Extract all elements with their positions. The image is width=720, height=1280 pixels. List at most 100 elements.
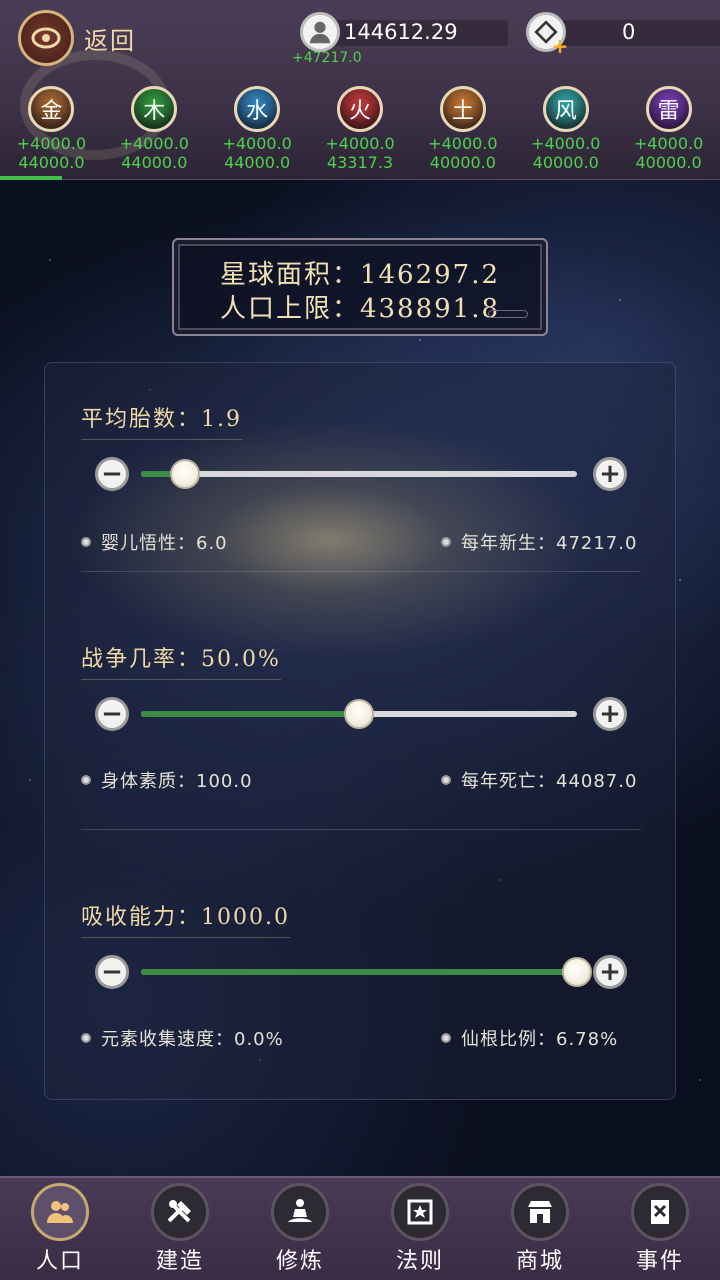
element-wood[interactable]: 木 +4000.0 44000.0: [103, 86, 206, 172]
element-wind[interactable]: 风 +4000.0 40000.0: [514, 86, 617, 172]
nav-population[interactable]: 人口: [0, 1178, 120, 1280]
earth-orb-icon: 土: [439, 86, 486, 132]
stat-yearly-births: 每年新生：47217.0: [441, 529, 637, 555]
frame-ornament: [488, 310, 528, 318]
element-gain: +4000.0: [428, 134, 498, 153]
shop-icon: [511, 1183, 569, 1241]
coin-icon[interactable]: +: [526, 12, 569, 56]
coin-value: 0: [622, 20, 636, 44]
water-orb-icon: 水: [234, 86, 281, 132]
bullet-icon: [81, 537, 91, 547]
nav-label: 法则: [395, 1249, 444, 1274]
element-gain: +4000.0: [633, 134, 704, 153]
element-gain: +4000.0: [16, 134, 87, 153]
coin-counter: + 0: [526, 12, 720, 56]
stat-physique: 身体素质：100.0: [81, 767, 253, 793]
element-total: 44000.0: [224, 153, 291, 172]
fire-orb-icon: 火: [337, 86, 383, 132]
slider-track[interactable]: [141, 699, 577, 729]
nav-build[interactable]: 建造: [120, 1178, 240, 1280]
section-title-absorb: 吸收能力：1000.0: [81, 899, 290, 938]
element-total: 44000.0: [121, 153, 188, 172]
top-bar: 返回 144612.29 +47217.0 + 0 金 +4000.0 4400…: [0, 0, 720, 180]
bottom-navigation: 人口 建造 修炼 法则 商城 事件: [0, 1176, 720, 1280]
element-total: 43317.3: [326, 153, 394, 172]
element-gain: +4000.0: [222, 134, 292, 153]
population-icon: [31, 1183, 89, 1241]
metal-orb-icon: 金: [28, 86, 75, 132]
population-counter: 144612.29: [300, 12, 508, 52]
slider-fill: [141, 969, 577, 975]
element-water[interactable]: 水 +4000.0 44000.0: [206, 86, 309, 172]
slider-absorb: − +: [95, 955, 627, 991]
element-thunder[interactable]: 雷 +4000.0 40000.0: [617, 86, 720, 172]
element-total: 40000.0: [635, 153, 702, 172]
bullet-icon: [441, 537, 451, 547]
increase-button[interactable]: +: [593, 457, 627, 491]
element-metal[interactable]: 金 +4000.0 44000.0: [0, 86, 103, 172]
wood-orb-icon: 木: [131, 86, 178, 132]
meditate-icon: [271, 1183, 329, 1241]
decrease-button[interactable]: −: [95, 955, 129, 989]
stat-text: 仙根比例：6.78%: [461, 1029, 619, 1050]
bullet-icon: [81, 1033, 91, 1043]
decrease-button[interactable]: −: [95, 457, 129, 491]
slider-knob[interactable]: [344, 699, 374, 729]
nav-cultivate[interactable]: 修炼: [240, 1178, 360, 1280]
slider-birth: − +: [95, 457, 627, 493]
planet-info-box: 星球面积：146297.2 人口上限：438891.8: [172, 238, 548, 336]
population-settings-panel: 平均胎数：1.9 − + 婴儿悟性：6.0 每年新生：47217.0 战争几率：…: [44, 362, 676, 1100]
back-label: 返回: [84, 26, 136, 55]
nav-label: 建造: [155, 1249, 204, 1274]
back-button[interactable]: 返回: [18, 10, 136, 66]
planet-area: 星球面积：146297.2: [219, 260, 501, 290]
nav-shop[interactable]: 商城: [480, 1178, 600, 1280]
increase-button[interactable]: +: [593, 955, 627, 989]
section-title-birth: 平均胎数：1.9: [81, 401, 242, 440]
element-total: 40000.0: [532, 153, 599, 172]
section-title-war: 战争几率：50.0%: [81, 641, 281, 680]
stat-text: 每年新生：47217.0: [461, 533, 638, 554]
section-divider: [81, 829, 641, 830]
slider-track[interactable]: [141, 957, 592, 987]
wind-orb-icon: 风: [542, 86, 589, 132]
stat-text: 婴儿悟性：6.0: [101, 533, 228, 554]
back-arrow-icon: [18, 10, 74, 66]
bullet-icon: [81, 775, 91, 785]
stat-baby-talent: 婴儿悟性：6.0: [81, 529, 228, 555]
bullet-icon: [441, 1033, 451, 1043]
element-gain: +4000.0: [119, 134, 189, 153]
decrease-button[interactable]: −: [95, 697, 129, 731]
section-divider: [81, 571, 641, 572]
nav-event[interactable]: 事件: [600, 1178, 720, 1280]
stat-text: 元素收集速度：0.0%: [101, 1029, 284, 1050]
stat-spirit-root-ratio: 仙根比例：6.78%: [441, 1025, 618, 1051]
increase-button[interactable]: +: [593, 697, 627, 731]
slider-track[interactable]: [141, 459, 577, 489]
nav-law[interactable]: 法则: [360, 1178, 480, 1280]
law-icon: [391, 1183, 449, 1241]
element-earth[interactable]: 土 +4000.0 40000.0: [411, 86, 514, 172]
stat-text: 身体素质：100.0: [101, 771, 253, 792]
nav-label: 商城: [515, 1249, 564, 1274]
build-icon: [151, 1183, 209, 1241]
stat-element-speed: 元素收集速度：0.0%: [81, 1025, 284, 1051]
element-resources: 金 +4000.0 44000.0 木 +4000.0 44000.0 水 +4…: [0, 86, 720, 172]
population-icon: [300, 12, 340, 52]
element-gain: +4000.0: [325, 134, 395, 153]
population-delta: +47217.0: [292, 50, 362, 66]
slider-war: − +: [95, 697, 627, 733]
stat-yearly-deaths: 每年死亡：44087.0: [441, 767, 637, 793]
element-total: 44000.0: [18, 153, 85, 172]
nav-label: 修炼: [275, 1249, 324, 1274]
nav-label: 事件: [635, 1249, 684, 1274]
element-gain: +4000.0: [531, 134, 601, 153]
element-fire[interactable]: 火 +4000.0 43317.3: [309, 86, 412, 172]
add-coin-icon[interactable]: +: [551, 36, 569, 56]
slider-knob[interactable]: [562, 957, 592, 987]
nav-label: 人口: [35, 1249, 84, 1274]
event-icon: [631, 1183, 689, 1241]
active-tab-indicator: [0, 176, 62, 180]
slider-knob[interactable]: [169, 459, 200, 489]
element-total: 40000.0: [429, 153, 496, 172]
